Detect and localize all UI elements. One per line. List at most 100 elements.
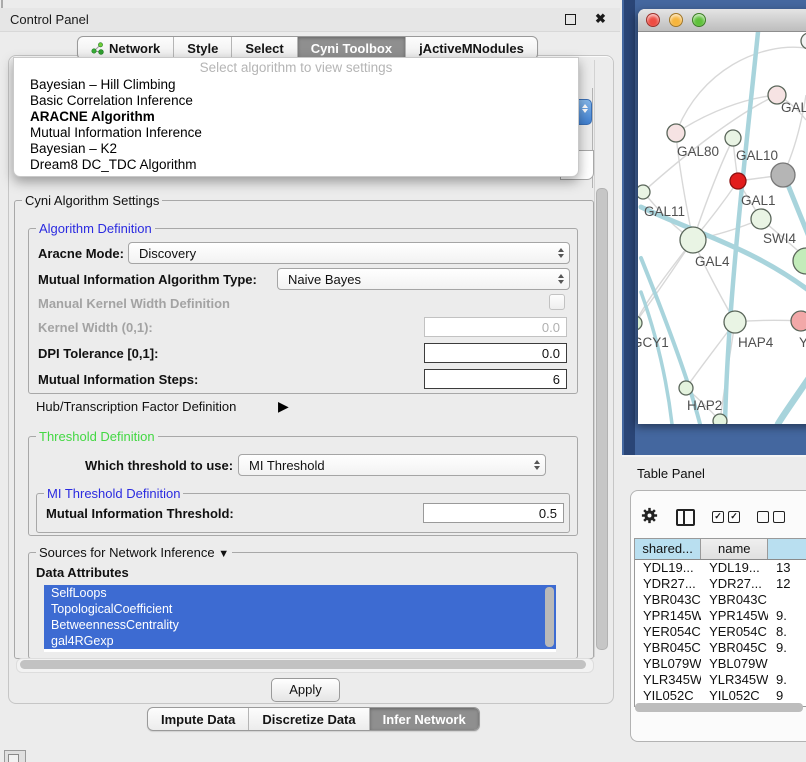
table-cell: 12 xyxy=(768,576,806,592)
network-edge[interactable] xyxy=(676,95,777,133)
tab-impute-data[interactable]: Impute Data xyxy=(148,708,248,730)
attribute-item[interactable]: BetweennessCentrality xyxy=(44,617,556,633)
zoom-window-icon[interactable] xyxy=(692,13,706,27)
network-node-swi4[interactable] xyxy=(793,248,806,274)
column-header-extra[interactable] xyxy=(768,539,806,559)
kernel-width-field[interactable]: 0.0 xyxy=(424,317,567,337)
algorithm-option[interactable]: ARACNE Algorithm xyxy=(14,109,578,125)
network-node-y[interactable] xyxy=(791,311,806,331)
float-window-icon[interactable] xyxy=(565,14,576,25)
sources-group-title: Sources for Network Inference ▼ xyxy=(36,545,232,560)
algorithm-option[interactable]: Basic Correlation Inference xyxy=(14,93,578,109)
restore-panel-icon[interactable] xyxy=(4,750,26,762)
data-attributes-list[interactable]: SelfLoopsTopologicalCoefficientBetweenne… xyxy=(44,585,556,652)
table-cell: 9. xyxy=(768,640,806,656)
network-node-gcy1[interactable] xyxy=(638,316,642,330)
node-label: SWI4 xyxy=(763,231,796,246)
collapse-section-icon[interactable]: ▼ xyxy=(218,548,229,560)
algorithm-option[interactable]: Dream8 DC_TDC Algorithm xyxy=(14,157,578,173)
tab-label: Discretize Data xyxy=(262,712,355,727)
network-node[interactable] xyxy=(801,33,806,49)
network-edge-highlighted[interactable] xyxy=(778,360,806,424)
table-row[interactable]: YBR045CYBR045C9. xyxy=(635,640,806,656)
dpi-tolerance-field[interactable]: 0.0 xyxy=(424,343,567,363)
tab-discretize-data[interactable]: Discretize Data xyxy=(248,708,368,730)
deselect-all-icon[interactable] xyxy=(757,511,785,523)
table-row[interactable]: YDR27...YDR27...12 xyxy=(635,576,806,592)
tab-network[interactable]: Network xyxy=(78,37,173,59)
network-node[interactable] xyxy=(771,163,795,187)
algorithm-option[interactable]: Mutual Information Inference xyxy=(14,125,578,141)
kernel-width-label: Kernel Width (0,1): xyxy=(38,320,153,335)
tab-cyni-toolbox[interactable]: Cyni Toolbox xyxy=(297,37,405,59)
manual-kernel-checkbox[interactable] xyxy=(549,294,565,310)
table-row[interactable]: YER054CYER054C8. xyxy=(635,624,806,640)
attribute-item[interactable]: SelfLoops xyxy=(44,585,556,601)
network-window-titlebar[interactable] xyxy=(638,9,806,32)
tab-infer-network[interactable]: Infer Network xyxy=(369,708,479,730)
table-row[interactable]: YIL052CYIL052C9 xyxy=(635,688,806,704)
which-threshold-select[interactable]: MI Threshold xyxy=(238,454,546,476)
mi-type-select[interactable]: Naive Bayes xyxy=(277,268,570,290)
network-edge-highlighted[interactable] xyxy=(786,180,806,258)
table-cell: YER054C xyxy=(635,624,701,640)
table-cell: YLR345W xyxy=(635,672,701,688)
table-row[interactable]: YPR145WYPR145W9. xyxy=(635,608,806,624)
network-node[interactable] xyxy=(713,414,727,424)
close-window-icon[interactable] xyxy=(646,13,660,27)
table-row[interactable]: YBL079WYBL079W xyxy=(635,656,806,672)
attribute-item[interactable]: TopologicalCoefficient xyxy=(44,601,556,617)
tab-select[interactable]: Select xyxy=(231,37,296,59)
close-panel-icon[interactable]: ✖ xyxy=(595,11,606,27)
network-edge-highlighted[interactable] xyxy=(725,32,758,424)
table-row[interactable]: YDL19...YDL19...13 xyxy=(635,560,806,576)
table-row[interactable]: YBR043CYBR043C xyxy=(635,592,806,608)
table-cell: 8. xyxy=(768,624,806,640)
dropdown-items: Bayesian – Hill ClimbingBasic Correlatio… xyxy=(14,77,578,173)
network-edge[interactable] xyxy=(676,47,806,133)
which-threshold-value: MI Threshold xyxy=(239,458,529,473)
minimize-window-icon[interactable] xyxy=(669,13,683,27)
aracne-mode-select[interactable]: Discovery xyxy=(128,242,570,264)
network-canvas[interactable]: GALGAL80GAL10GAL1GAL11SWI4GAL4GCY1HAP4YH… xyxy=(638,32,806,424)
settings-vscrollbar-thumb[interactable] xyxy=(596,188,608,650)
expand-section-icon[interactable]: ▶ xyxy=(278,398,289,415)
select-all-icon[interactable]: ✓✓ xyxy=(712,511,740,523)
node-label: GAL11 xyxy=(644,204,685,219)
network-node-gal80[interactable] xyxy=(667,124,685,142)
column-header-name[interactable]: name xyxy=(701,539,768,559)
algorithm-option[interactable]: Bayesian – Hill Climbing xyxy=(14,77,578,93)
column-header-shared...[interactable]: shared... xyxy=(635,539,701,559)
tab-jactivemnodules[interactable]: jActiveMNodules xyxy=(405,37,537,59)
network-node-hap4[interactable] xyxy=(724,311,746,333)
network-node-gal4[interactable] xyxy=(680,227,706,253)
network-node[interactable] xyxy=(730,173,746,189)
table-row[interactable]: YLR345WYLR345W9. xyxy=(635,672,806,688)
network-view-window: GALGAL80GAL10GAL1GAL11SWI4GAL4GCY1HAP4YH… xyxy=(638,9,806,424)
table-cell: YBR045C xyxy=(635,640,701,656)
settings-hscrollbar-thumb[interactable] xyxy=(20,660,586,669)
attribute-item[interactable]: gal4RGexp xyxy=(44,633,556,649)
tab-style[interactable]: Style xyxy=(173,37,231,59)
network-node-gal1[interactable] xyxy=(751,209,771,229)
table-hscrollbar-thumb[interactable] xyxy=(635,703,803,712)
network-node-gal11[interactable] xyxy=(638,185,650,199)
node-label: GCY1 xyxy=(638,335,669,350)
aracne-mode-value: Discovery xyxy=(129,246,553,261)
mi-steps-field[interactable]: 6 xyxy=(424,369,567,389)
algorithm-option[interactable]: Bayesian – K2 xyxy=(14,141,578,157)
network-node-gal10[interactable] xyxy=(725,130,741,146)
combo-stepper-icon xyxy=(553,269,569,289)
network-edge-highlighted[interactable] xyxy=(641,292,672,424)
tab-label: Select xyxy=(245,41,283,56)
tab-label: Style xyxy=(187,41,218,56)
columns-icon[interactable] xyxy=(676,509,695,526)
mi-threshold-label: Mutual Information Threshold: xyxy=(46,506,234,521)
focused-combo-stepper-fragment[interactable] xyxy=(577,99,592,125)
attributes-list-scrollbar[interactable] xyxy=(545,587,554,647)
gear-icon[interactable] xyxy=(640,506,659,528)
apply-button[interactable]: Apply xyxy=(271,678,340,702)
table-cell: YBR045C xyxy=(701,640,768,656)
mi-threshold-field[interactable]: 0.5 xyxy=(423,503,564,523)
network-node-hap2[interactable] xyxy=(679,381,693,395)
